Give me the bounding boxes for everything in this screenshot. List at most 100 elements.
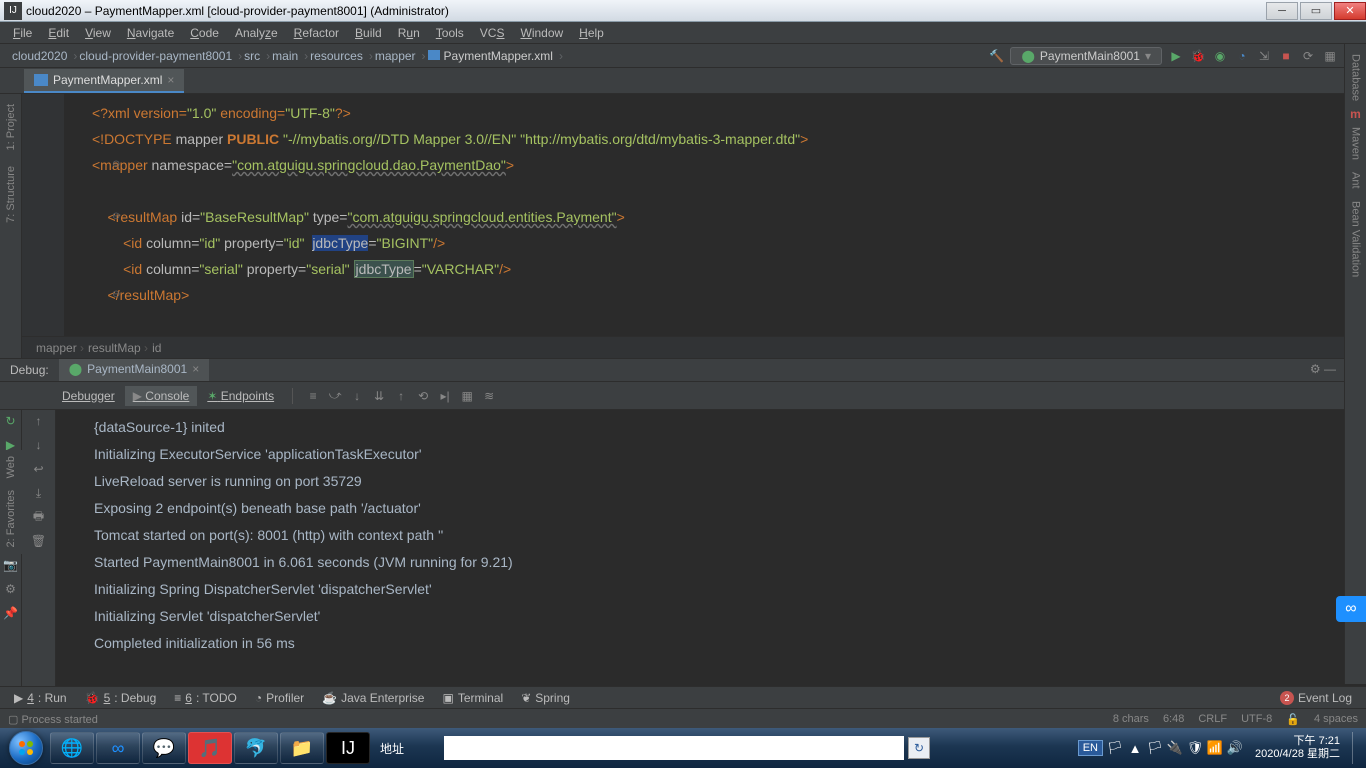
subtab-debugger[interactable]: Debugger (54, 386, 123, 406)
taskbar-explorer[interactable]: 📁 (280, 732, 324, 764)
print-icon[interactable]: 🖶 (31, 509, 47, 525)
tool-project[interactable]: 1: Project (5, 98, 17, 156)
addressbar-input[interactable] (444, 736, 904, 760)
event-log-button[interactable]: 2 Event Log (1274, 689, 1358, 707)
run-configuration-selector[interactable]: ⬤ PaymentMain8001 ▾ (1010, 47, 1162, 65)
dump-icon[interactable]: 📷 (3, 557, 19, 573)
tool-todo[interactable]: ≡ 6: TODO (168, 689, 243, 707)
taskbar-chrome[interactable]: 🌐 (50, 732, 94, 764)
tray-arrow-icon[interactable]: ▲ (1127, 740, 1143, 756)
taskbar-netease[interactable]: 🎵 (188, 732, 232, 764)
tab-paymentmapper[interactable]: PaymentMapper.xml × (24, 69, 184, 93)
crumb-file[interactable]: PaymentMapper.xml (422, 47, 559, 65)
menu-help[interactable]: Help (572, 24, 611, 42)
eval-expr-icon[interactable]: ▦ (459, 388, 475, 404)
crumb-mapper[interactable]: mapper (369, 47, 422, 65)
tray-power-icon[interactable]: 🔌 (1167, 740, 1183, 756)
bc-mapper[interactable]: mapper (36, 335, 84, 359)
attach-button[interactable]: ⇲ (1256, 48, 1272, 64)
gear-icon[interactable]: ⚙ — (1310, 362, 1336, 376)
status-pos[interactable]: 6:48 (1163, 713, 1184, 726)
tool-java-ee[interactable]: ☕ Java Enterprise (316, 689, 430, 707)
subtab-endpoints[interactable]: ✶ Endpoints (199, 386, 282, 406)
crumb-module[interactable]: cloud-provider-payment8001 (73, 47, 238, 65)
coverage-button[interactable]: ◉ (1212, 48, 1228, 64)
menu-edit[interactable]: Edit (41, 24, 76, 42)
debug-tab-app[interactable]: ⬤ PaymentMain8001 × (59, 359, 210, 381)
tool-debug[interactable]: 🐞 5: Debug (79, 689, 163, 707)
soft-wrap-icon[interactable]: ↩ (31, 461, 47, 477)
menu-window[interactable]: Window (513, 24, 570, 42)
status-enc[interactable]: UTF-8 (1241, 713, 1272, 726)
tool-terminal[interactable]: ▣ Terminal (436, 689, 509, 707)
tool-run[interactable]: ▶ 4: 4: RunRun (8, 689, 73, 707)
show-exec-point-icon[interactable]: ≡ (305, 388, 321, 404)
menu-refactor[interactable]: Refactor (287, 24, 346, 42)
crumb-main[interactable]: main (266, 47, 304, 65)
code-editor[interactable]: ⊖ ⊖ ⊖ <?xml version="1.0" encoding="UTF-… (22, 94, 1366, 358)
step-out-icon[interactable]: ↑ (393, 388, 409, 404)
fold-open-icon[interactable]: ⊖ (112, 152, 120, 178)
close-icon[interactable]: × (192, 362, 199, 376)
status-indent[interactable]: 4 spaces (1314, 713, 1358, 726)
menu-navigate[interactable]: Navigate (120, 24, 181, 42)
structure-icon[interactable]: ▦ (1322, 48, 1338, 64)
taskbar-dolphin[interactable]: 🐬 (234, 732, 278, 764)
console-output[interactable]: {dataSource-1} inited Initializing Execu… (56, 410, 1366, 686)
tray-shield-icon[interactable]: 🛡 (1187, 740, 1203, 756)
build-icon[interactable]: 🔨 (988, 48, 1004, 64)
fold-open-icon[interactable]: ⊖ (112, 204, 120, 230)
bc-id[interactable]: id (152, 335, 161, 359)
tool-web[interactable]: Web (5, 450, 17, 484)
taskbar-clock[interactable]: 下午 7:21 2020/4/28 星期二 (1247, 735, 1348, 761)
tool-maven[interactable]: Maven (1350, 121, 1362, 166)
subtab-console[interactable]: ▶ Console (125, 386, 198, 406)
force-step-into-icon[interactable]: ⇊ (371, 388, 387, 404)
status-eol[interactable]: CRLF (1198, 713, 1227, 726)
menu-file[interactable]: File (6, 24, 39, 42)
menu-build[interactable]: Build (348, 24, 389, 42)
tray-action-icon[interactable]: 🏳 (1147, 740, 1163, 756)
addressbar-go-button[interactable]: ↻ (908, 737, 930, 759)
step-over-icon[interactable]: ⤻ (327, 388, 343, 404)
start-button[interactable] (4, 728, 48, 768)
up-arrow-icon[interactable]: ↑ (31, 413, 47, 429)
menu-vcs[interactable]: VCS (473, 24, 512, 42)
menu-tools[interactable]: Tools (429, 24, 471, 42)
maximize-button[interactable]: ▭ (1300, 2, 1332, 20)
maven-icon[interactable]: m (1350, 107, 1361, 121)
close-button[interactable]: ✕ (1334, 2, 1366, 20)
pin-icon[interactable]: 📌 (3, 605, 19, 621)
menu-run[interactable]: Run (391, 24, 427, 42)
settings-icon[interactable]: ⚙ (3, 581, 19, 597)
vcs-update-icon[interactable]: ⟳ (1300, 48, 1316, 64)
clear-icon[interactable]: 🗑 (31, 533, 47, 549)
rerun-icon[interactable]: ↻ (3, 413, 19, 429)
stop-button[interactable]: ■ (1278, 48, 1294, 64)
tray-volume-icon[interactable]: 🔊 (1227, 740, 1243, 756)
tray-flag-icon[interactable]: 🏳 (1107, 740, 1123, 756)
taskbar-wechat[interactable]: 💬 (142, 732, 186, 764)
menu-code[interactable]: Code (183, 24, 226, 42)
status-box-icon[interactable]: ▢ (8, 713, 18, 726)
crumb-resources[interactable]: resources (304, 47, 369, 65)
minimize-button[interactable]: ─ (1266, 2, 1298, 20)
close-tab-icon[interactable]: × (167, 73, 174, 87)
trace-icon[interactable]: ≋ (481, 388, 497, 404)
taskbar-intellij[interactable]: IJ (326, 732, 370, 764)
tool-bean-validation[interactable]: Bean Validation (1350, 195, 1362, 283)
menu-view[interactable]: View (78, 24, 118, 42)
ime-indicator[interactable]: EN (1078, 740, 1103, 756)
crumb-src[interactable]: src (238, 47, 266, 65)
drop-frame-icon[interactable]: ⟲ (415, 388, 431, 404)
crumb-root[interactable]: cloud2020 (6, 47, 73, 65)
profile-button[interactable]: ◔ (1234, 48, 1250, 64)
cloud-sync-badge[interactable]: ∞ (1336, 596, 1366, 622)
menu-analyze[interactable]: Analyze (228, 24, 285, 42)
fold-close-icon[interactable]: ⊖ (112, 282, 120, 308)
bc-resultmap[interactable]: resultMap (88, 335, 148, 359)
readonly-icon[interactable]: 🔓 (1286, 713, 1300, 726)
run-to-cursor-icon[interactable]: ▸| (437, 388, 453, 404)
tool-favorites[interactable]: 2: Favorites (5, 484, 17, 553)
taskbar-baidu[interactable]: ∞ (96, 732, 140, 764)
